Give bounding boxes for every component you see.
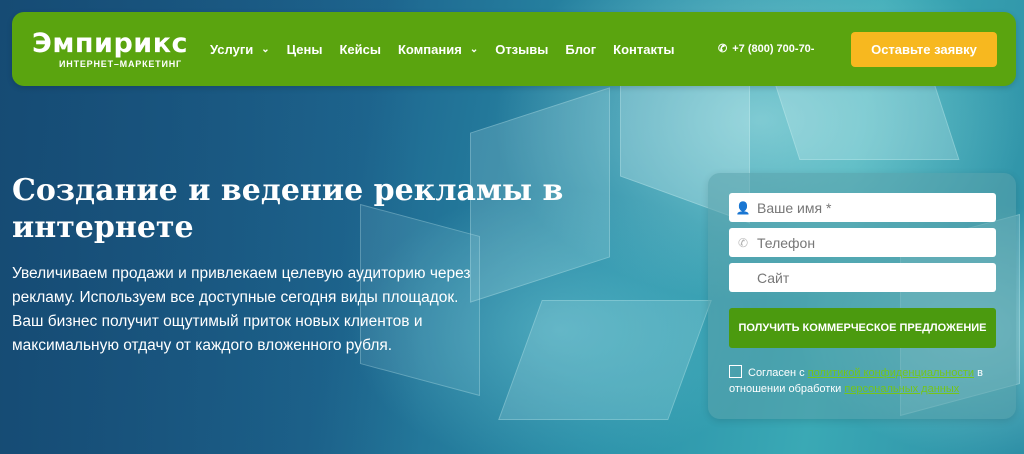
consent-prefix: Согласен с — [748, 367, 805, 379]
consent-checkbox[interactable] — [729, 365, 742, 378]
nav-item-label: Контакты — [613, 41, 675, 57]
phone-number: +7 (800) 700-70- — [732, 42, 815, 55]
nav-item-blog[interactable]: Блог — [565, 42, 596, 57]
name-field: 👤 — [729, 193, 996, 222]
logo[interactable]: Эмпирикс ИНТЕРНЕТ–МАРКЕТИНГ — [32, 28, 189, 70]
lead-form: 👤 ✆ ПОЛУЧИТЬ КОММЕРЧЕСКОЕ ПРЕДЛОЖЕНИЕ Со… — [708, 173, 1016, 419]
logo-title: Эмпирикс — [32, 28, 189, 59]
user-icon: 👤 — [735, 200, 751, 215]
nav-item-label: Цены — [286, 41, 323, 57]
name-input[interactable] — [757, 193, 996, 222]
phone-icon: ✆ — [718, 43, 728, 55]
chevron-down-icon: ⌄ — [261, 43, 270, 55]
nav-item-label: Услуги — [210, 41, 254, 57]
site-field — [729, 263, 996, 292]
phone-link[interactable]: ✆ +7 (800) 700-70- — [718, 42, 828, 56]
nav-item-prices[interactable]: Цены — [287, 42, 323, 57]
consent-row: Согласен с политикой конфиденциальности … — [729, 365, 1004, 397]
site-header: Эмпирикс ИНТЕРНЕТ–МАРКЕТИНГ Услуги ⌄ Цен… — [12, 12, 1016, 86]
get-offer-button[interactable]: ПОЛУЧИТЬ КОММЕРЧЕСКОЕ ПРЕДЛОЖЕНИЕ — [729, 308, 996, 348]
nav-item-company[interactable]: Компания ⌄ — [398, 42, 478, 57]
phone-icon: ✆ — [737, 235, 749, 250]
hero-title: Создание и ведение рекламы в интернете — [12, 173, 564, 245]
nav-item-contacts[interactable]: Контакты — [613, 42, 674, 57]
nav-item-label: Отзывы — [495, 41, 549, 57]
phone-field: ✆ — [729, 228, 996, 257]
request-button[interactable]: Оставьте заявку — [851, 32, 997, 67]
logo-subtitle: ИНТЕРНЕТ–МАРКЕТИНГ — [59, 59, 182, 69]
nav-item-label: Компания — [397, 41, 462, 57]
personal-data-link[interactable]: персональных данных — [844, 383, 959, 395]
nav-item-reviews[interactable]: Отзывы — [495, 42, 548, 57]
phone-input[interactable] — [757, 228, 996, 257]
chevron-down-icon: ⌄ — [469, 43, 479, 55]
main-nav: Услуги ⌄ Цены Кейсы Компания ⌄ Отзывы Бл… — [210, 12, 691, 86]
nav-item-label: Кейсы — [339, 41, 381, 57]
privacy-policy-link[interactable]: политикой конфиденциальности — [808, 367, 974, 379]
nav-item-services[interactable]: Услуги ⌄ — [210, 42, 270, 57]
nav-item-cases[interactable]: Кейсы — [339, 42, 381, 57]
hero-description: Увеличиваем продажи и привлекаем целевую… — [12, 265, 471, 354]
site-input[interactable] — [757, 263, 996, 292]
nav-item-label: Блог — [565, 41, 597, 57]
